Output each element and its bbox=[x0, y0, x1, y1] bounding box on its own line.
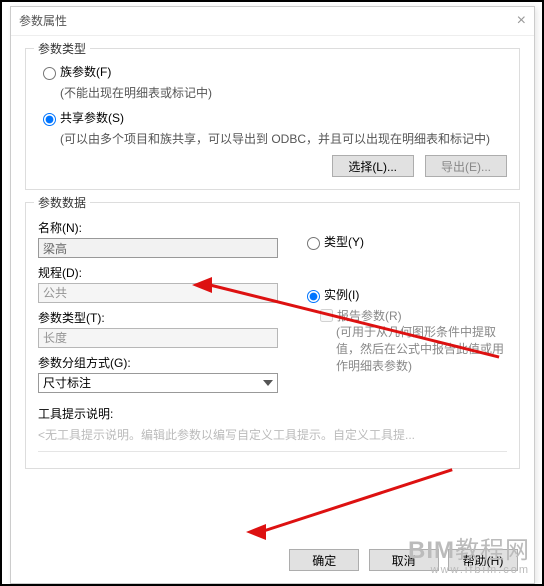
paramtype-select[interactable]: 长度 bbox=[38, 328, 278, 348]
param-type-legend: 参数类型 bbox=[34, 40, 90, 57]
discipline-select[interactable]: 公共 bbox=[38, 283, 278, 303]
family-param-hint: (不能出现在明细表或标记中) bbox=[60, 84, 507, 101]
family-param-radio[interactable]: 族参数(F) bbox=[38, 63, 507, 80]
type-radio-input[interactable] bbox=[307, 237, 320, 250]
type-radio[interactable]: 类型(Y) bbox=[302, 233, 507, 250]
shared-param-hint: (可以由多个项目和族共享，可以导出到 ODBC，并且可以出现在明细表和标记中) bbox=[60, 130, 507, 147]
select-button[interactable]: 选择(L)... bbox=[332, 155, 414, 177]
param-data-legend: 参数数据 bbox=[34, 194, 90, 211]
name-label: 名称(N): bbox=[38, 219, 278, 236]
export-button[interactable]: 导出(E)... bbox=[425, 155, 507, 177]
param-data-group: 参数数据 名称(N): 规程(D): 公共 参数类型(T): 长度 参数分组方式… bbox=[25, 202, 520, 469]
close-icon[interactable]: × bbox=[517, 7, 526, 35]
instance-radio[interactable]: 实例(I) bbox=[302, 286, 507, 303]
tooltip-label: 工具提示说明: bbox=[38, 405, 507, 422]
parameter-properties-dialog: 参数属性 × 参数类型 族参数(F) (不能出现在明细表或标记中) 共享参数(S… bbox=[10, 6, 535, 584]
tooltip-hint: <无工具提示说明。编辑此参数以编写自定义工具提示。自定义工具提... bbox=[38, 426, 507, 443]
instance-radio-label: 实例(I) bbox=[324, 286, 359, 303]
help-button[interactable]: 帮助(H) bbox=[448, 549, 518, 571]
group-label: 参数分组方式(G): bbox=[38, 354, 278, 371]
group-select[interactable]: 尺寸标注 bbox=[38, 373, 278, 393]
dialog-title: 参数属性 bbox=[19, 7, 67, 35]
shared-param-radio-input[interactable] bbox=[43, 113, 56, 126]
ok-button[interactable]: 确定 bbox=[289, 549, 359, 571]
shared-param-radio[interactable]: 共享参数(S) bbox=[38, 109, 507, 126]
family-param-label: 族参数(F) bbox=[60, 63, 111, 80]
shared-param-label: 共享参数(S) bbox=[60, 109, 124, 126]
report-hint: (可用于从几何图形条件中提取值，然后在公式中报告此值或用作明细表参数) bbox=[336, 324, 507, 374]
cancel-button[interactable]: 取消 bbox=[369, 549, 439, 571]
dialog-footer: 确定 取消 帮助(H) bbox=[283, 549, 518, 571]
discipline-label: 规程(D): bbox=[38, 264, 278, 281]
report-checkbox[interactable] bbox=[320, 309, 333, 322]
instance-radio-input[interactable] bbox=[307, 290, 320, 303]
titlebar: 参数属性 × bbox=[11, 7, 534, 36]
paramtype-label: 参数类型(T): bbox=[38, 309, 278, 326]
param-type-group: 参数类型 族参数(F) (不能出现在明细表或标记中) 共享参数(S) (可以由多… bbox=[25, 48, 520, 190]
family-param-radio-input[interactable] bbox=[43, 67, 56, 80]
name-input[interactable] bbox=[38, 238, 278, 258]
type-radio-label: 类型(Y) bbox=[324, 233, 364, 250]
report-checkbox-label: 报告参数(R) bbox=[337, 307, 402, 324]
